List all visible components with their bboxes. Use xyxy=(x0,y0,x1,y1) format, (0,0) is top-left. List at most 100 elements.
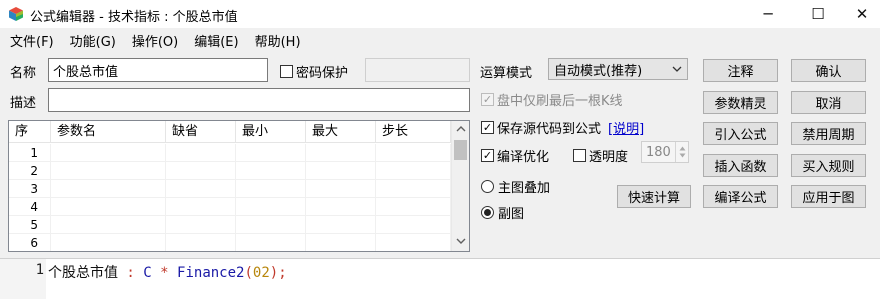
param-wizard-button[interactable]: 参数精灵 xyxy=(703,91,778,114)
spinner-up-icon[interactable] xyxy=(679,146,686,151)
transparency-value: 180 xyxy=(646,144,671,160)
code-token-var: C xyxy=(143,265,152,281)
scroll-thumb[interactable] xyxy=(454,140,467,160)
password-label: 密码保护 xyxy=(296,66,349,81)
col-step[interactable]: 步长 xyxy=(376,121,451,143)
compile-opt-checkbox-box[interactable]: ✓ xyxy=(481,149,494,162)
cell[interactable] xyxy=(236,198,306,216)
explain-link[interactable]: [说明] xyxy=(608,118,644,137)
cell[interactable] xyxy=(51,144,166,162)
transparency-spinner[interactable]: 180 xyxy=(641,141,689,163)
col-index[interactable]: 序 xyxy=(9,121,51,143)
table-scrollbar[interactable] xyxy=(451,121,469,251)
menu-function[interactable]: 功能(G) xyxy=(66,31,120,50)
cell[interactable] xyxy=(306,144,376,162)
editor-gutter: 1 xyxy=(0,259,46,299)
apply-to-chart-button[interactable]: 应用于图 xyxy=(791,185,866,208)
sub-chart-radio[interactable]: 副图 xyxy=(481,203,524,222)
overlay-main-radio-circle[interactable] xyxy=(481,180,494,193)
table-header: 序 参数名 缺省 最小 最大 步长 xyxy=(9,121,451,143)
col-min[interactable]: 最小 xyxy=(236,121,306,143)
table-row[interactable]: 5 xyxy=(9,216,451,234)
col-param-name[interactable]: 参数名 xyxy=(51,121,166,143)
param-table[interactable]: 序 参数名 缺省 最小 最大 步长 1 2 3 4 5 6 xyxy=(8,120,470,252)
password-protect-checkbox[interactable]: 密码保护 xyxy=(280,62,348,81)
disable-period-button[interactable]: 禁用周期 xyxy=(791,122,866,145)
minimize-button[interactable]: ─ xyxy=(745,0,791,28)
table-row[interactable]: 6 xyxy=(9,234,451,251)
table-row[interactable]: 3 xyxy=(9,180,451,198)
password-checkbox-box[interactable] xyxy=(280,65,293,78)
save-source-label: 保存源代码到公式 xyxy=(497,122,602,137)
save-source-checkbox-box[interactable]: ✓ xyxy=(481,121,494,134)
col-default[interactable]: 缺省 xyxy=(166,121,236,143)
cell[interactable] xyxy=(306,198,376,216)
cell[interactable] xyxy=(236,234,306,251)
quick-calc-button[interactable]: 快速计算 xyxy=(617,185,691,208)
cell[interactable] xyxy=(376,144,451,162)
cell[interactable] xyxy=(166,144,236,162)
cell[interactable] xyxy=(51,162,166,180)
compile-formula-button[interactable]: 编译公式 xyxy=(703,185,778,208)
scroll-up-icon[interactable] xyxy=(456,125,466,133)
table-row[interactable]: 4 xyxy=(9,198,451,216)
cell[interactable] xyxy=(51,234,166,251)
name-input[interactable]: 个股总市值 xyxy=(48,58,268,82)
menu-edit[interactable]: 编辑(E) xyxy=(190,31,242,50)
confirm-button[interactable]: 确认 xyxy=(791,59,866,82)
code-token-function: Finance2 xyxy=(177,265,245,281)
menu-operation[interactable]: 操作(O) xyxy=(128,31,182,50)
transparency-checkbox[interactable]: 透明度 xyxy=(573,146,628,165)
cell[interactable] xyxy=(376,198,451,216)
transparency-checkbox-box[interactable] xyxy=(573,149,586,162)
mode-select[interactable]: 自动模式(推荐) xyxy=(548,58,688,80)
maximize-button[interactable]: ☐ xyxy=(795,0,841,28)
table-row[interactable]: 1 xyxy=(9,144,451,162)
desc-input[interactable] xyxy=(48,88,470,112)
cell[interactable] xyxy=(306,216,376,234)
cell[interactable] xyxy=(306,162,376,180)
import-formula-button[interactable]: 引入公式 xyxy=(703,122,778,145)
cell[interactable] xyxy=(376,162,451,180)
code-editor[interactable]: 1 个股总市值 : C * Finance2(02); xyxy=(0,258,880,299)
insert-function-button[interactable]: 插入函数 xyxy=(703,154,778,177)
comment-button[interactable]: 注释 xyxy=(703,59,778,82)
scroll-down-icon[interactable] xyxy=(456,237,466,245)
spinner-down-icon[interactable] xyxy=(679,153,686,158)
code-line[interactable]: 个股总市值 : C * Finance2(02); xyxy=(48,262,287,282)
cell[interactable] xyxy=(166,216,236,234)
cell[interactable] xyxy=(236,144,306,162)
cell[interactable] xyxy=(51,180,166,198)
col-max[interactable]: 最大 xyxy=(306,121,376,143)
cell[interactable] xyxy=(166,180,236,198)
cell[interactable] xyxy=(166,198,236,216)
overlay-main-label: 主图叠加 xyxy=(498,181,551,196)
cell[interactable] xyxy=(236,216,306,234)
overlay-main-radio[interactable]: 主图叠加 xyxy=(481,177,550,196)
cell[interactable] xyxy=(376,216,451,234)
cell[interactable] xyxy=(306,180,376,198)
refresh-last-bar-checkbox: ✓ 盘中仅刷最后一根K线 xyxy=(481,90,623,109)
compile-opt-checkbox[interactable]: ✓ 编译优化 xyxy=(481,146,549,165)
table-row[interactable]: 2 xyxy=(9,162,451,180)
cancel-button[interactable]: 取消 xyxy=(791,91,866,114)
cell[interactable] xyxy=(51,216,166,234)
buy-rule-button[interactable]: 买入规则 xyxy=(791,154,866,177)
close-button[interactable]: ✕ xyxy=(844,0,880,28)
cell[interactable] xyxy=(236,180,306,198)
save-source-checkbox[interactable]: ✓ 保存源代码到公式 [说明] xyxy=(481,118,644,137)
window-title: 公式编辑器 - 技术指标 : 个股总市值 xyxy=(30,10,238,25)
sub-chart-radio-circle[interactable] xyxy=(481,206,494,219)
menu-help[interactable]: 帮助(H) xyxy=(251,31,305,50)
cell[interactable] xyxy=(236,162,306,180)
cell[interactable] xyxy=(51,198,166,216)
cell[interactable] xyxy=(376,234,451,251)
menu-file[interactable]: 文件(F) xyxy=(6,31,58,50)
cell[interactable] xyxy=(166,162,236,180)
code-token-paren: ( xyxy=(244,265,253,281)
cell[interactable] xyxy=(376,180,451,198)
cell[interactable] xyxy=(306,234,376,251)
cell[interactable] xyxy=(166,234,236,251)
spinner-arrows[interactable] xyxy=(675,142,688,162)
transparency-label: 透明度 xyxy=(589,150,629,165)
